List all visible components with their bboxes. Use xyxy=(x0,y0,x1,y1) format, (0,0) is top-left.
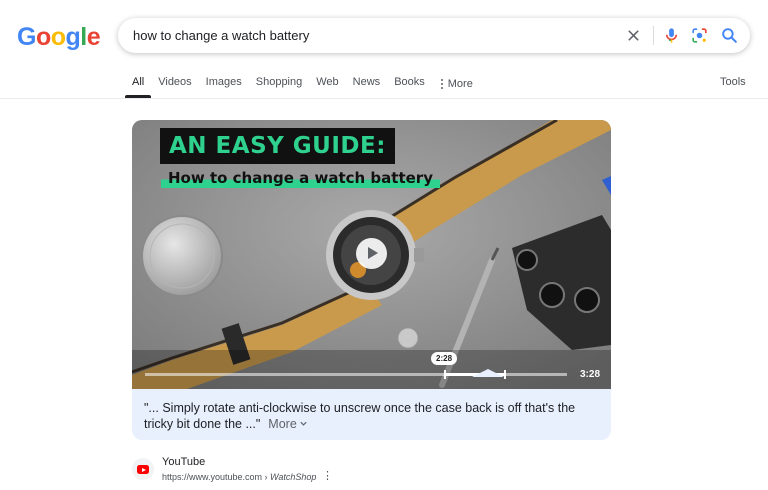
lens-icon[interactable] xyxy=(690,26,709,45)
key-moment-start-marker xyxy=(444,370,447,379)
transcript-snippet: "... Simply rotate anti-clockwise to uns… xyxy=(144,400,594,432)
tab-books[interactable]: Books xyxy=(387,70,432,98)
current-time-label: 2:28 xyxy=(431,352,458,365)
tab-web[interactable]: Web xyxy=(309,70,345,98)
more-options-icon[interactable]: ⋮ xyxy=(322,471,333,482)
chevron-down-icon xyxy=(300,421,307,426)
transcript-more-label: More xyxy=(268,417,297,431)
video-duration: 3:28 xyxy=(580,369,601,380)
clear-icon[interactable] xyxy=(625,27,642,44)
tabs-divider xyxy=(0,98,768,99)
logo-letter: g xyxy=(65,23,81,51)
transcript-more-link[interactable]: More xyxy=(268,417,307,431)
video-card: AN EASY GUIDE: How to change a watch bat… xyxy=(132,120,611,440)
source-url: https://www.youtube.com › WatchShop xyxy=(162,472,316,482)
google-logo[interactable]: Google xyxy=(17,23,101,52)
transcript-caret xyxy=(472,369,504,377)
youtube-icon xyxy=(132,458,154,480)
tab-news[interactable]: News xyxy=(346,70,388,98)
logo-letter: o xyxy=(50,23,66,51)
more-vert-icon xyxy=(440,79,443,89)
search-tabs: All Videos Images Shopping Web News Book… xyxy=(125,70,480,98)
play-icon[interactable] xyxy=(356,238,387,269)
transcript-text: "... Simply rotate anti-clockwise to uns… xyxy=(144,401,576,431)
logo-letter: G xyxy=(17,23,36,51)
tab-more[interactable]: More xyxy=(432,70,480,98)
tools-button[interactable]: Tools xyxy=(720,70,746,94)
search-box[interactable] xyxy=(118,18,750,53)
tab-videos[interactable]: Videos xyxy=(151,70,198,98)
source-channel: WatchShop xyxy=(270,472,317,482)
search-input[interactable] xyxy=(133,18,613,53)
tab-all[interactable]: All xyxy=(125,70,152,98)
tab-shopping[interactable]: Shopping xyxy=(249,70,310,98)
source-name: YouTube xyxy=(162,456,206,468)
video-thumbnail[interactable]: AN EASY GUIDE: How to change a watch bat… xyxy=(132,120,611,389)
logo-letter: e xyxy=(86,23,101,51)
tab-more-label: More xyxy=(447,78,473,90)
logo-letter: o xyxy=(35,23,51,51)
video-overlay-title: AN EASY GUIDE: xyxy=(160,128,395,164)
tab-images[interactable]: Images xyxy=(199,70,249,98)
source-url-separator: › xyxy=(262,472,271,482)
video-overlay-subtitle: How to change a watch battery xyxy=(161,169,440,188)
search-divider xyxy=(653,26,654,45)
key-moment-end-marker xyxy=(503,370,506,379)
mic-icon[interactable] xyxy=(662,26,681,45)
source-url-domain: https://www.youtube.com xyxy=(162,472,263,482)
search-icon[interactable] xyxy=(720,26,739,45)
